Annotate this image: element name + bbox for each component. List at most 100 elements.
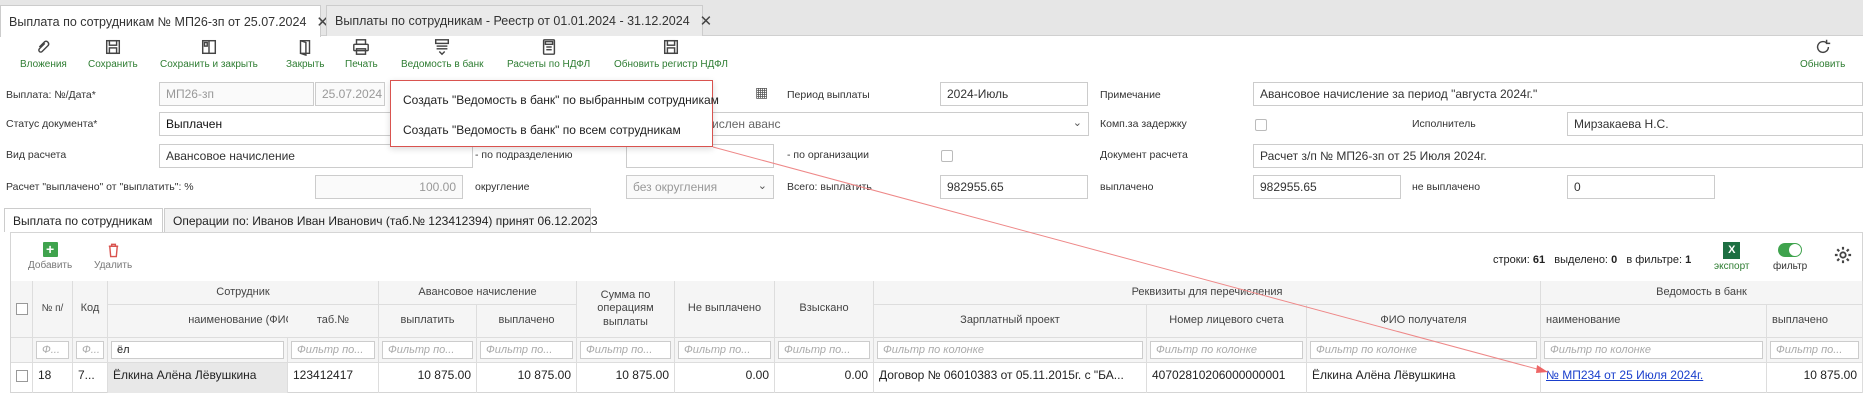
calc-doc-field[interactable]: Расчет з/п № МП26-зп от 25 Июля 2024г. [1253, 144, 1863, 168]
save-close-button[interactable]: Сохранить и закрыть [160, 38, 258, 70]
col-sum-ops-header[interactable]: Сумма по операциям выплаты [577, 281, 675, 338]
floppy-icon [663, 39, 678, 55]
attachments-button[interactable]: Вложения [20, 38, 67, 70]
settings-gear-icon[interactable] [1834, 246, 1852, 264]
update-ndfl-button[interactable]: Обновить регистр НДФЛ [614, 38, 728, 70]
toggle-icon [1778, 243, 1803, 257]
row-checkbox[interactable] [16, 370, 28, 382]
refresh-button[interactable]: Обновить [1800, 38, 1845, 70]
filter-pay-input[interactable]: Фильтр по... [382, 341, 473, 359]
period-field[interactable]: 2024-Июль [940, 82, 1088, 106]
col-account-header[interactable]: Номер лицевого счета [1147, 305, 1307, 338]
payment-number-label: Выплата: №/Дата* [6, 89, 96, 101]
filter-salary-project-input[interactable]: Фильтр по колонке [877, 341, 1143, 359]
bank-statement-link[interactable]: № МП234 от 25 Июля 2024г. [1541, 363, 1767, 393]
payment-number-field[interactable]: МП26-зп [159, 82, 314, 106]
group-advance: Авансовое начисление [379, 281, 577, 305]
tab-label: Выплата по сотрудникам № МП26-зп от 25.0… [9, 14, 307, 29]
filter-tab-input[interactable]: Фильтр по... [291, 341, 375, 359]
col-num-label: № п/ [41, 303, 64, 314]
add-button[interactable]: + Добавить [28, 242, 72, 272]
filter-recipient-input[interactable]: Фильтр по колонке [1310, 341, 1537, 359]
col-pay-header[interactable]: выплатить [379, 305, 477, 338]
tab-operations[interactable]: Операции по: Иванов Иван Иванович (таб.№… [164, 208, 598, 232]
tab-employee-payments[interactable]: Выплата по сотрудникам [4, 208, 163, 232]
col-unpaid-header[interactable]: Не выплачено [675, 281, 775, 338]
create-statement-all-item[interactable]: Создать "Ведомость в банк" по всем сотру… [403, 123, 681, 137]
col-recipient-header[interactable]: ФИО получателя [1307, 305, 1541, 338]
document-tabbar: Выплата по сотрудникам № МП26-зп от 25.0… [0, 0, 1863, 37]
bank-statement-button[interactable]: Ведомость в банк [401, 38, 483, 70]
cell-unpaid: 0.00 [675, 363, 775, 393]
by-division-field[interactable] [626, 144, 774, 168]
col-code-header[interactable]: Код [73, 281, 108, 338]
col-recovered-header[interactable]: Взыскано [775, 281, 874, 338]
save-button[interactable]: Сохранить [88, 38, 138, 70]
filter-cell: Фильтр по колонке [1147, 338, 1307, 363]
paid-field[interactable]: 982955.65 [1253, 175, 1401, 199]
executor-field[interactable]: Мирзакаева Н.С. [1567, 112, 1863, 136]
by-org-label: - по организации [787, 149, 870, 161]
note-field[interactable]: Авансовое начисление за период "августа … [1253, 82, 1863, 106]
tab-payment-document[interactable]: Выплата по сотрудникам № МП26-зп от 25.0… [0, 5, 329, 37]
unpaid-field[interactable]: 0 [1567, 175, 1715, 199]
row-select-cell [11, 363, 33, 393]
filter-cell [11, 338, 33, 363]
filter-bank-name-input[interactable]: Фильтр по колонке [1544, 341, 1763, 359]
export-button[interactable]: X экспорт [1714, 242, 1750, 272]
delete-label: Удалить [94, 260, 133, 271]
tab-payments-registry[interactable]: Выплаты по сотрудникам - Реестр от 01.01… [326, 5, 712, 36]
filter-account-input[interactable]: Фильтр по колонке [1150, 341, 1303, 359]
total-pay-field[interactable]: 982955.65 [940, 175, 1088, 199]
col-salary-project-header[interactable]: Зарплатный проект [874, 305, 1147, 338]
ndfl-label: Расчеты по НДФЛ [507, 59, 591, 70]
filter-label: фильтр [1773, 261, 1808, 272]
filter-name-input[interactable]: ёл [111, 341, 284, 359]
filter-bank-paid-input[interactable]: Фильтр по... [1770, 341, 1859, 359]
delete-button[interactable]: Удалить [94, 242, 132, 271]
filter-cell: Ф... [73, 338, 108, 363]
create-statement-selected-item[interactable]: Создать "Ведомость в банк" по выбранным … [403, 93, 719, 107]
col-num-header[interactable]: № п/ [33, 281, 73, 338]
filter-sum-ops-input[interactable]: Фильтр по... [580, 341, 671, 359]
col-paid-header[interactable]: выплачено [477, 305, 577, 338]
rows-label: строки: [1493, 254, 1530, 266]
chevron-down-icon: ⌄ [757, 180, 767, 192]
status-field[interactable]: Выплачен [159, 112, 391, 136]
filter-code-input[interactable]: Ф... [76, 341, 104, 359]
close-button[interactable]: Закрыть [286, 38, 325, 70]
calc-type-field[interactable]: Авансовое начисление [159, 144, 473, 168]
trash-icon [108, 243, 118, 258]
filter-paid-input[interactable]: Фильтр по... [480, 341, 573, 359]
col-tab-header[interactable]: таб.№ [288, 305, 379, 338]
accrual-select[interactable]: ислен аванс ⌄ [705, 112, 1089, 136]
payment-date-field[interactable]: 25.07.2024 [315, 82, 385, 106]
col-bank-name-header[interactable]: наименование [1541, 305, 1767, 338]
filter-toggle[interactable]: фильтр [1773, 243, 1807, 272]
cell-paid: 10 875.00 [477, 363, 577, 393]
print-button[interactable]: Печать [345, 38, 378, 70]
calendar-icon[interactable]: ▦ [755, 84, 768, 101]
filter-recovered-input[interactable]: Фильтр по... [778, 341, 870, 359]
pct-field[interactable]: 100.00 [315, 175, 463, 199]
close-icon[interactable]: ✕ [700, 12, 713, 30]
col-bank-paid-header[interactable]: выплачено [1767, 305, 1863, 338]
filter-cell: ёл [108, 338, 288, 363]
accrual-value: ислен аванс [712, 117, 781, 131]
by-org-checkbox[interactable] [941, 150, 953, 162]
cell-pay: 10 875.00 [379, 363, 477, 393]
cell-salary-project: Договор № 06010383 от 05.11.2015г. с "БА… [874, 363, 1147, 393]
export-label: экспорт [1714, 261, 1750, 272]
select-all-checkbox[interactable] [15, 303, 28, 315]
printer-icon [353, 39, 370, 55]
note-label: Примечание [1100, 89, 1161, 101]
delay-comp-checkbox[interactable] [1255, 119, 1267, 131]
filter-num-input[interactable]: Ф... [36, 341, 69, 359]
filter-unpaid-input[interactable]: Фильтр по... [678, 341, 771, 359]
col-name-label: наименование (ФИО) [188, 314, 298, 327]
cell-code: 7... [73, 363, 108, 393]
ndfl-button[interactable]: Расчеты по НДФЛ [507, 38, 590, 70]
table-row[interactable]: 18 7... Ёлкина Алёна Лёвушкина 123412417… [11, 363, 1863, 393]
rounding-select[interactable]: без округления ⌄ [626, 175, 774, 199]
group-employee: Сотрудник [108, 281, 379, 305]
